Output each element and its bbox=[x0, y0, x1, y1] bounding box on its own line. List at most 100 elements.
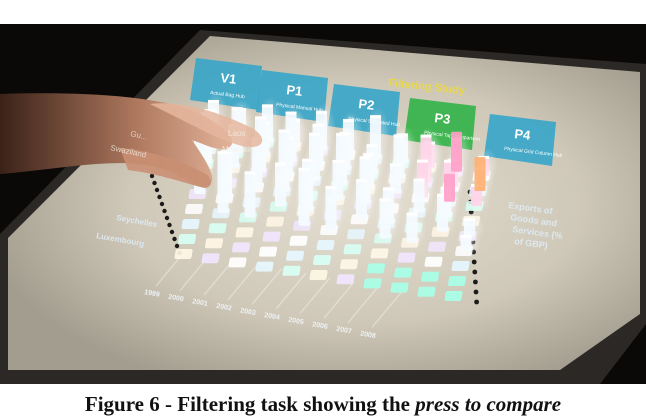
bar-column bbox=[356, 179, 367, 220]
row-marker bbox=[152, 180, 157, 186]
figure: V1Actual Bag HubP1Physical Manual HubP2P… bbox=[0, 0, 646, 418]
grid-tile bbox=[444, 291, 463, 301]
bar-cap bbox=[356, 179, 367, 183]
row-marker bbox=[474, 299, 479, 305]
grid-tile bbox=[363, 278, 382, 289]
bar-cap bbox=[275, 162, 286, 166]
bar-cap bbox=[332, 160, 344, 163]
bar-cap bbox=[298, 167, 310, 171]
grid-tile bbox=[397, 252, 416, 263]
grid-tile bbox=[282, 265, 301, 276]
bar-cap bbox=[359, 156, 371, 160]
grid-tile bbox=[204, 238, 224, 249]
bar-cap bbox=[316, 110, 327, 114]
bar-cap bbox=[285, 111, 297, 115]
row-marker bbox=[473, 279, 478, 285]
row-marker bbox=[162, 208, 167, 214]
bar-cap bbox=[262, 104, 273, 108]
light-bar bbox=[213, 143, 238, 222]
grid-tile bbox=[201, 253, 220, 264]
grid-tile bbox=[184, 204, 204, 214]
panel-code: P2 bbox=[358, 96, 376, 113]
grid-tile bbox=[427, 241, 447, 252]
bar-cap bbox=[383, 187, 394, 191]
bar-column bbox=[217, 151, 229, 214]
bar-cap bbox=[255, 116, 266, 120]
grid-tile bbox=[309, 270, 328, 280]
panel-code: P3 bbox=[434, 110, 452, 127]
grid-tile bbox=[390, 282, 409, 293]
grid-tile bbox=[231, 242, 251, 253]
bar-cap bbox=[325, 186, 337, 189]
hand-projected-label: Malaysia bbox=[222, 145, 254, 154]
grid-tile bbox=[424, 256, 443, 267]
bar-cap bbox=[417, 159, 428, 163]
grid-tile bbox=[208, 223, 227, 234]
grid-tile bbox=[265, 216, 285, 227]
bar-cap bbox=[379, 198, 391, 202]
panel-code: P4 bbox=[514, 126, 532, 143]
bar-column bbox=[406, 212, 418, 243]
grid-tile bbox=[420, 271, 440, 282]
bar-cap bbox=[336, 133, 347, 136]
grid-tile bbox=[447, 276, 467, 286]
grid-tile bbox=[285, 250, 305, 261]
grid-tile bbox=[339, 259, 359, 270]
grid-tile bbox=[346, 229, 366, 240]
grid-tile bbox=[235, 227, 254, 238]
grid-tile bbox=[262, 231, 281, 242]
selected-bar bbox=[444, 173, 455, 202]
light-bar bbox=[375, 190, 400, 247]
grid-tile bbox=[177, 234, 197, 244]
row-marker bbox=[149, 173, 155, 179]
bar-cap bbox=[278, 129, 290, 133]
panel-code: V1 bbox=[220, 70, 238, 87]
bar-cap bbox=[390, 163, 401, 167]
grid-tile bbox=[228, 257, 247, 268]
photo-scene: V1Actual Bag HubP1Physical Manual HubP2P… bbox=[0, 24, 646, 384]
bar-cap bbox=[413, 178, 425, 182]
light-bar bbox=[456, 227, 481, 259]
grid-tile bbox=[255, 261, 274, 272]
grid-tile bbox=[343, 244, 362, 255]
bar-cap bbox=[309, 132, 320, 136]
light-bar bbox=[321, 178, 346, 238]
row-marker bbox=[157, 194, 162, 200]
bar-cap bbox=[393, 134, 405, 138]
light-bar bbox=[352, 171, 376, 228]
grid-tile bbox=[393, 267, 413, 278]
bar-cap bbox=[406, 212, 418, 216]
row-marker bbox=[159, 201, 165, 207]
bar-column bbox=[379, 198, 391, 239]
light-bar bbox=[271, 154, 295, 215]
bar-cap bbox=[420, 134, 432, 138]
row-marker bbox=[471, 259, 477, 265]
grid-tile bbox=[316, 240, 335, 250]
light-bar bbox=[294, 159, 319, 234]
row-marker bbox=[472, 269, 478, 275]
bar-column bbox=[325, 186, 337, 230]
bar-column bbox=[298, 167, 310, 226]
previous-page-text bbox=[0, 0, 646, 24]
row-marker bbox=[174, 243, 180, 249]
bar-column bbox=[244, 171, 256, 218]
grid-tile bbox=[417, 286, 436, 297]
bar-cap bbox=[370, 115, 381, 119]
photo: V1Actual Bag HubP1Physical Manual HubP2P… bbox=[0, 24, 646, 384]
bar-cap bbox=[231, 107, 243, 111]
hand-projected-label: Laos bbox=[228, 129, 245, 138]
grid-tile bbox=[181, 219, 200, 229]
grid-tile bbox=[451, 261, 470, 271]
caption-prefix: Figure 6 - Filtering task showing the bbox=[84, 392, 416, 416]
grid-tile bbox=[370, 248, 389, 259]
grid-tile bbox=[289, 235, 308, 246]
bar-cap bbox=[343, 119, 354, 122]
bar-cap bbox=[460, 235, 472, 238]
row-marker bbox=[154, 187, 160, 193]
caption-italic: press to compare bbox=[415, 392, 562, 416]
bar-cap bbox=[244, 171, 256, 175]
row-marker bbox=[473, 289, 479, 295]
panel-code: P1 bbox=[286, 82, 304, 99]
light-bar bbox=[402, 204, 427, 251]
selected-bar bbox=[474, 157, 486, 191]
